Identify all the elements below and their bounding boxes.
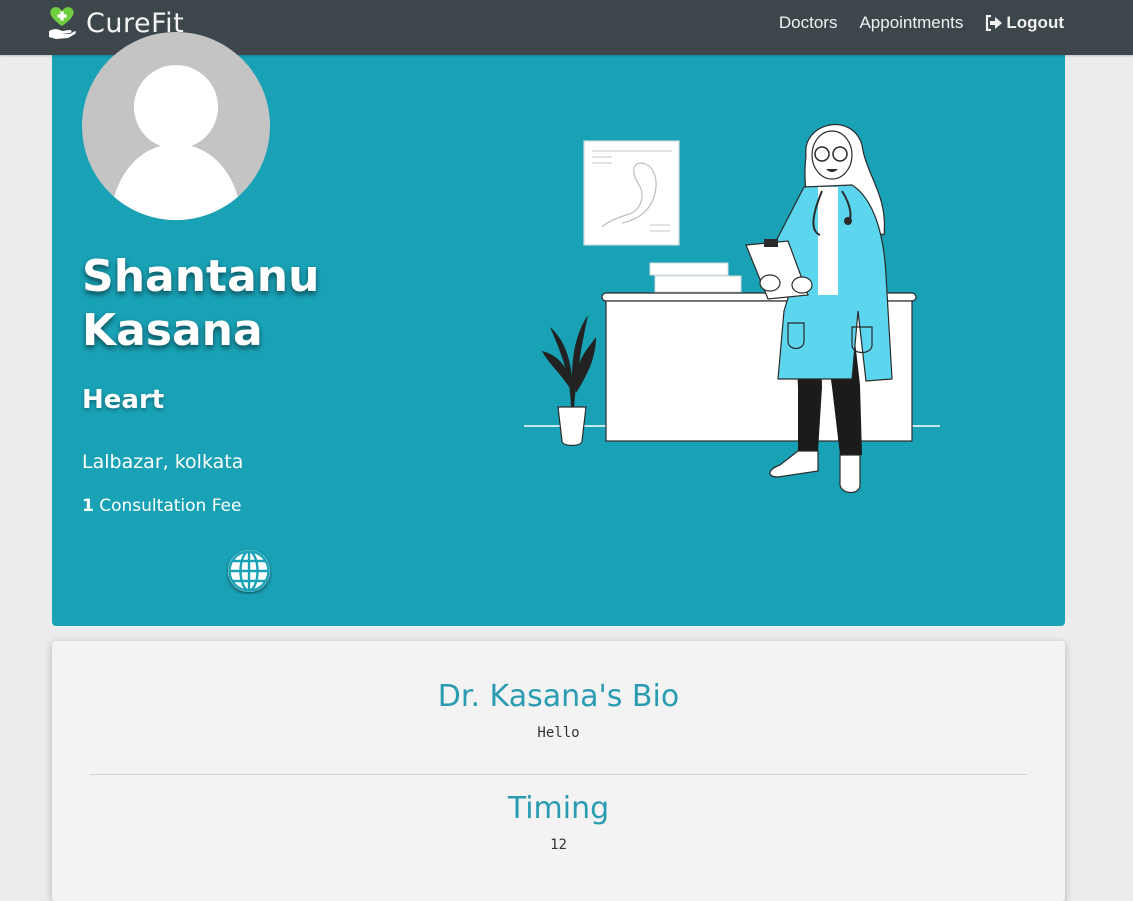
nav-link-appointments[interactable]: Appointments (859, 13, 963, 33)
timing-title: Timing (507, 791, 610, 826)
timing-value: 12 (550, 837, 567, 853)
nav-link-doctors[interactable]: Doctors (779, 13, 838, 33)
fee-label: Consultation Fee (99, 496, 242, 516)
avatar (82, 32, 270, 220)
user-silhouette-icon (110, 65, 242, 220)
fee-value: 1 (82, 496, 94, 516)
nav-links: Doctors Appointments Logout (757, 13, 1064, 33)
section-divider (90, 774, 1027, 775)
logout-icon (986, 15, 1003, 31)
doctor-specialty: Heart (82, 385, 165, 415)
logout-label: Logout (1006, 13, 1064, 32)
website-button[interactable] (226, 548, 272, 594)
nav-link-logout[interactable]: Logout (985, 13, 1064, 33)
doctor-name: Shantanu Kasana (82, 250, 382, 358)
doctor-first-name: Shantanu (82, 251, 320, 302)
doctor-illustration (524, 124, 940, 494)
bio-text: Hello (537, 725, 580, 741)
bio-title: Dr. Kasana's Bio (437, 679, 680, 714)
doctor-location: Lalbazar, kolkata (82, 451, 244, 473)
doctor-info-card: Dr. Kasana's Bio Hello Timing 12 (52, 641, 1065, 901)
globe-icon (228, 550, 270, 592)
consultation-fee: 1 Consultation Fee (82, 496, 241, 516)
doctor-last-name: Kasana (82, 305, 263, 356)
heart-hand-logo-icon (49, 7, 76, 39)
doctor-hero: Shantanu Kasana Heart Lalbazar, kolkata … (52, 32, 1065, 626)
